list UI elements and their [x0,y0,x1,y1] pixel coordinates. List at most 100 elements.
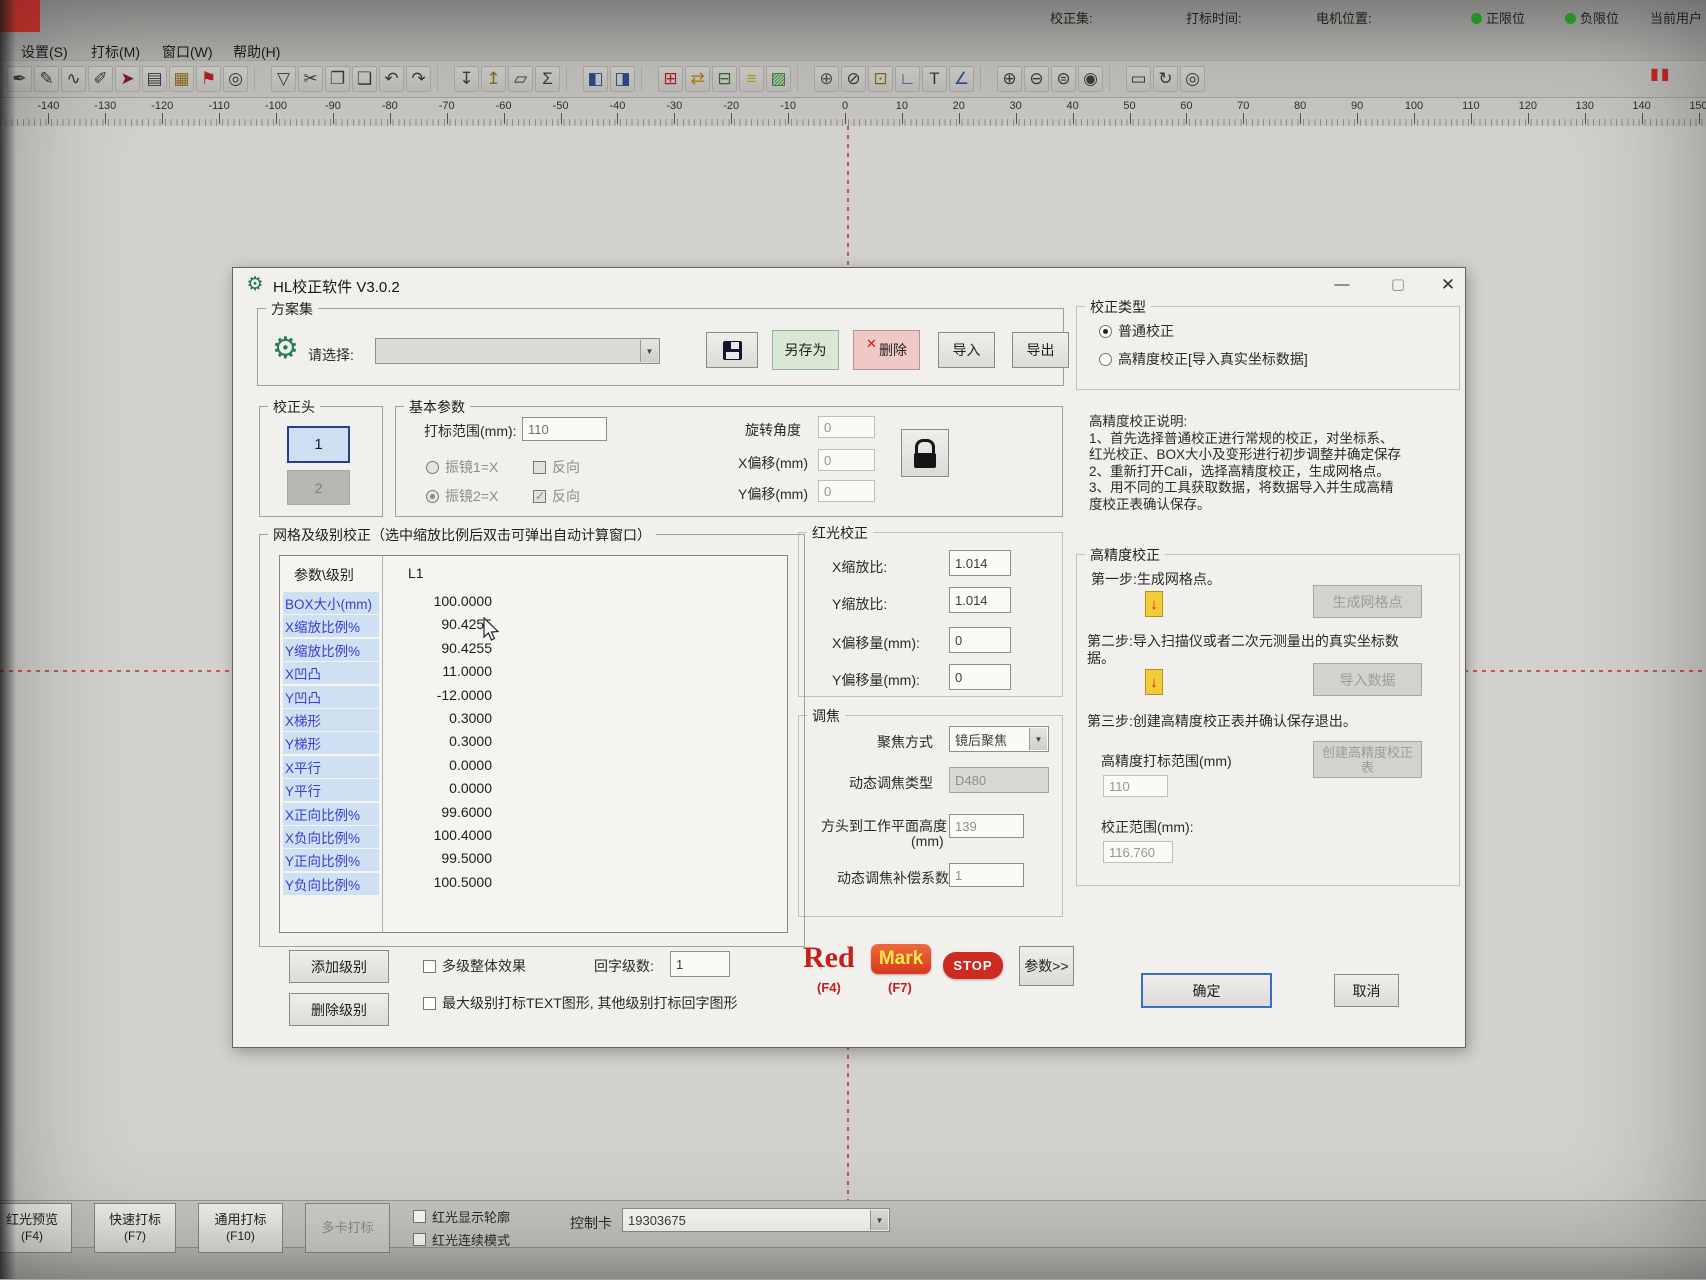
galvo2-radio[interactable]: 振镜2=X [426,486,498,506]
mirror-icon[interactable]: ⇄ [685,66,710,92]
param-label[interactable]: X凹凸 [283,662,379,684]
param-value[interactable]: 11.0000 [392,663,492,679]
flag-icon[interactable]: ⚑ [196,66,221,92]
table-row[interactable]: Y平行 0.0000 [280,777,787,800]
red-outline-checkbox[interactable]: 红光显示轮廓 [413,1207,510,1226]
reverse2-checkbox[interactable]: 反向 [533,486,580,506]
ring-count-input[interactable]: 1 [670,951,730,977]
cut-icon[interactable]: ✂ [298,66,323,92]
table-row[interactable]: X负向比例%100.4000 [280,824,787,847]
node-edit-icon[interactable]: ✎ [34,66,59,92]
general-mark-task-button[interactable]: 通用打标 (F10) [198,1203,283,1253]
text-icon[interactable]: T [922,66,947,92]
x-shift-input[interactable]: 0 [949,627,1011,653]
table-row[interactable]: Y负向比例% 100.5000 [280,871,787,894]
maximize-button[interactable]: ▢ [1381,274,1415,296]
multi-level-checkbox[interactable]: 多级整体效果 [423,956,526,976]
import-button[interactable]: 导入 [938,332,995,368]
save-button[interactable] [706,332,758,368]
param-value[interactable]: 90.4255 [392,640,492,656]
zoom-1-1-icon[interactable]: ⊜ [1051,66,1076,92]
parameter-table[interactable]: 参数\级别 L1 BOX大小(mm)100.0000X缩放比例%90.4255Y… [279,555,788,933]
focus-comp-input[interactable]: 1 [949,863,1024,887]
array-icon[interactable]: ⊞ [658,66,683,92]
zoom-window-icon[interactable]: ◎ [1180,66,1205,92]
param-value[interactable]: 99.5000 [392,850,492,866]
paste-icon[interactable]: ❏ [352,66,377,92]
eraser-icon[interactable]: ▱ [508,66,533,92]
polyline-icon[interactable]: ✐ [88,66,113,92]
align-icon[interactable]: ≡ [739,66,764,92]
cancel-button[interactable]: 取消 [1334,974,1399,1007]
bezier-icon[interactable]: ∿ [61,66,86,92]
table-row[interactable]: Y梯形0.3000 [280,730,787,753]
table-row[interactable]: X凹凸 11.0000 [280,660,787,683]
table-row[interactable]: Y正向比例%99.5000 [280,847,787,870]
red-preview-button[interactable]: Red [803,941,855,975]
param-label[interactable]: X正向比例% [283,803,379,825]
red-preview-task-button[interactable]: 红光预览 (F4) [0,1203,72,1253]
dialog-titlebar[interactable]: ⚙ HL校正软件 V3.0.2 — ▢ ✕ [233,268,1465,301]
param-label[interactable]: Y凹凸 [283,686,379,708]
param-label[interactable]: Y负向比例% [283,873,379,895]
param-value[interactable]: 0.0000 [392,780,492,796]
fill-icon[interactable]: ▨ [766,66,791,92]
group-icon[interactable]: ⊟ [712,66,737,92]
normal-cal-radio[interactable]: 普通校正 [1099,321,1174,341]
max-level-checkbox[interactable]: 最大级别打标TEXT图形, 其他级别打标回字图形 [423,993,738,1013]
table-row[interactable]: X梯形0.3000 [280,707,787,730]
param-value[interactable]: -12.0000 [392,687,492,703]
chevron-down-icon[interactable]: ▼ [870,1210,888,1230]
formula-icon[interactable]: Σ [535,66,560,92]
table-row[interactable]: X平行 0.0000 [280,754,787,777]
zoom-out-icon[interactable]: ⊖ [1024,66,1049,92]
chevron-down-icon[interactable]: ▼ [1029,728,1047,750]
search-icon[interactable]: ◎ [223,66,248,92]
minimize-button[interactable]: — [1325,274,1359,296]
y-offset-input[interactable]: 0 [818,480,875,502]
panel-left-icon[interactable]: ◧ [583,66,608,92]
dyn-focus-type-input[interactable]: D480 [949,767,1049,793]
param-label[interactable]: X负向比例% [283,826,379,848]
control-card-select[interactable]: 19303675 ▼ [622,1208,890,1232]
hp-range-input[interactable]: 110 [1103,775,1168,797]
copy-icon[interactable]: ❐ [325,66,350,92]
head-height-input[interactable]: 139 [949,814,1024,838]
param-value[interactable]: 90.4255 [392,616,492,632]
param-label[interactable]: Y梯形 [283,732,379,754]
param-value[interactable]: 0.0000 [392,757,492,773]
generate-grid-button[interactable]: 生成网格点 [1313,585,1422,618]
high-cal-radio[interactable]: 高精度校正[导入真实坐标数据] [1099,349,1308,369]
param-value[interactable]: 99.6000 [392,804,492,820]
mark-button[interactable]: Mark [871,944,931,974]
galvo1-radio[interactable]: 振镜1=X [426,457,498,477]
table-row[interactable]: BOX大小(mm)100.0000 [280,590,787,613]
delete-level-button[interactable]: 删除级别 [289,993,389,1026]
param-value[interactable]: 0.3000 [392,710,492,726]
param-label[interactable]: Y平行 [283,779,379,801]
undo-icon[interactable]: ↶ [379,66,404,92]
import-points-icon[interactable]: ↥ [481,66,506,92]
pen-icon[interactable]: ✒ [7,66,32,92]
mark-range-input[interactable]: 110 [522,417,607,441]
table-row[interactable]: Y凹凸 -12.0000 [280,684,787,707]
params-more-button[interactable]: 参数>> [1019,946,1074,986]
table-row[interactable]: X缩放比例%90.4255 [280,613,787,636]
param-value[interactable]: 100.5000 [392,874,492,890]
param-label[interactable]: X平行 [283,756,379,778]
rotate-view-icon[interactable]: ↻ [1153,66,1178,92]
filter-icon[interactable]: ▽ [271,66,296,92]
red-continuous-checkbox[interactable]: 红光连续模式 [413,1230,510,1249]
dot-matrix-icon[interactable]: ▦ [169,66,194,92]
panel-right-icon[interactable]: ◨ [610,66,635,92]
redo-icon[interactable]: ↷ [406,66,431,92]
stop-button[interactable]: STOP [943,952,1003,979]
ok-button[interactable]: 确定 [1141,973,1272,1008]
lock-button[interactable] [901,429,949,477]
head-2-button[interactable]: 2 [287,470,350,505]
reverse1-checkbox[interactable]: 反向 [533,457,580,477]
cal-range-input[interactable]: 116.760 [1103,841,1173,863]
head-1-button[interactable]: 1 [287,426,350,463]
quick-mark-task-button[interactable]: 快速打标 (F7) [94,1203,176,1253]
pick-icon[interactable]: ➤ [115,66,140,92]
